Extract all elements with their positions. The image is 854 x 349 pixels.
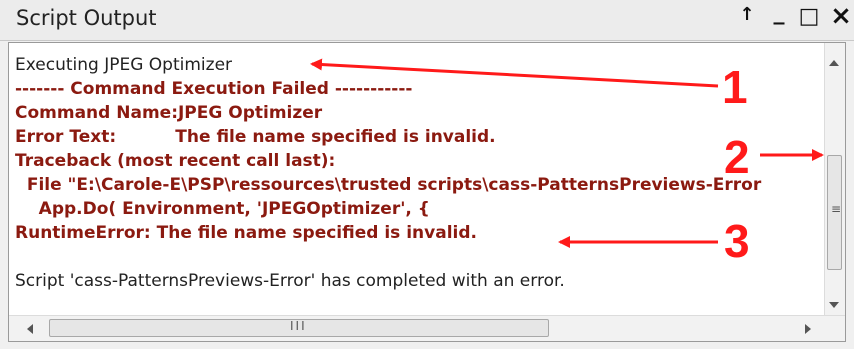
- output-line: File "E:\Carole-E\PSP\ressources\trusted…: [15, 175, 762, 195]
- output-text[interactable]: Executing JPEG Optimizer ------- Command…: [15, 53, 825, 311]
- minimize-button[interactable]: _: [766, 0, 792, 25]
- grip-icon: ≡: [831, 202, 842, 216]
- annotation-number-3: 3: [724, 215, 750, 267]
- horizontal-scrollbar[interactable]: III: [9, 315, 845, 341]
- scroll-left-arrow-icon[interactable]: [27, 324, 33, 334]
- output-line: ------- Command Execution Failed -------…: [15, 79, 413, 99]
- output-line: Traceback (most recent call last):: [15, 151, 336, 171]
- scroll-down-arrow-icon[interactable]: [829, 302, 839, 308]
- pin-icon[interactable]: ↑: [734, 4, 760, 25]
- scroll-right-arrow-icon[interactable]: [805, 324, 811, 334]
- output-line: App.Do( Environment, 'JPEGOptimizer', {: [15, 199, 430, 219]
- output-line: Script 'cass-PatternsPreviews-Error' has…: [15, 271, 565, 291]
- output-line: Command Name:JPEG Optimizer: [15, 103, 323, 123]
- panel-titlebar: Script Output ↑ _ □ ×: [0, 0, 854, 41]
- annotation-number-1: 1: [722, 61, 748, 113]
- annotation-number-2: 2: [724, 131, 750, 183]
- grip-icon: III: [290, 319, 307, 333]
- horizontal-scroll-thumb[interactable]: III: [49, 319, 549, 337]
- panel-title: Script Output: [16, 6, 157, 30]
- vertical-scroll-thumb[interactable]: ≡: [827, 155, 842, 270]
- script-output-pane[interactable]: Executing JPEG Optimizer ------- Command…: [8, 42, 846, 342]
- close-button[interactable]: ×: [828, 1, 854, 31]
- output-line: RuntimeError: The file name specified is…: [15, 223, 477, 243]
- output-line: Error Text: The file name specified is i…: [15, 127, 496, 147]
- scrollbar-corner: [825, 316, 845, 341]
- scroll-up-arrow-icon[interactable]: [829, 60, 839, 66]
- maximize-button[interactable]: □: [796, 4, 822, 29]
- vertical-scrollbar[interactable]: ≡: [824, 43, 845, 318]
- output-line: Executing JPEG Optimizer: [15, 55, 233, 75]
